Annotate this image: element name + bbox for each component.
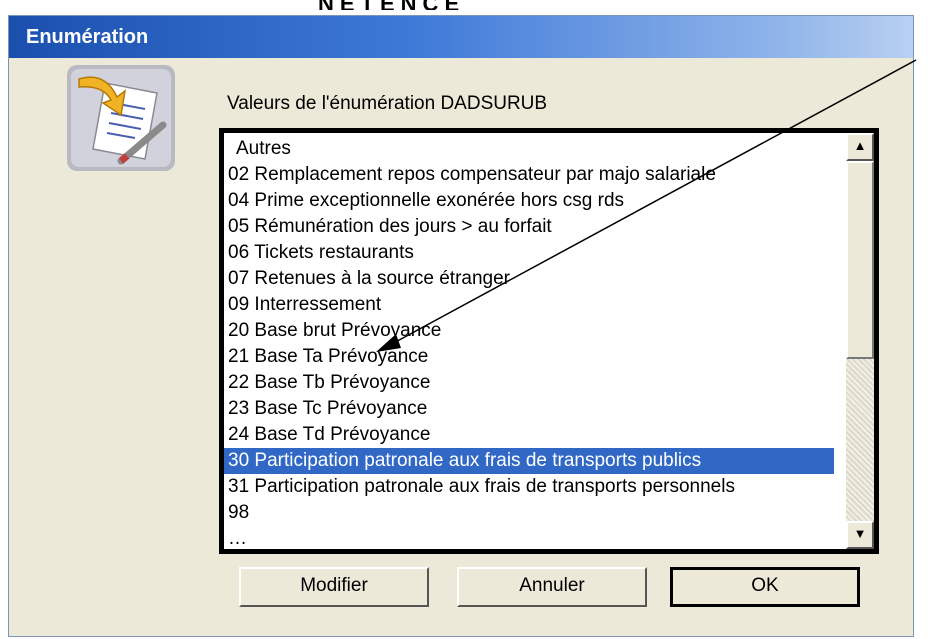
- document-list-pencil-icon: [65, 63, 177, 173]
- cancel-button[interactable]: Annuler: [457, 567, 647, 607]
- list-item[interactable]: 21 Base Ta Prévoyance: [224, 344, 428, 370]
- list-item[interactable]: 05 Rémunération des jours > au forfait: [224, 214, 552, 240]
- list-item[interactable]: 23 Base Tc Prévoyance: [224, 396, 427, 422]
- list-item[interactable]: 02 Remplacement repos compensateur par m…: [224, 162, 716, 188]
- list-item[interactable]: …: [224, 526, 247, 549]
- arrow-down-icon: ▼: [853, 526, 867, 541]
- list-item[interactable]: 04 Prime exceptionnelle exonérée hors cs…: [224, 188, 624, 214]
- list-item[interactable]: Autres: [224, 136, 291, 162]
- list-item[interactable]: 06 Tickets restaurants: [224, 240, 414, 266]
- enumeration-listbox[interactable]: Autres 02 Remplacement repos compensateu…: [219, 128, 879, 554]
- ok-button[interactable]: OK: [670, 567, 860, 607]
- window-title: Enumération: [26, 26, 149, 48]
- scroll-down-button[interactable]: ▼: [846, 521, 874, 549]
- list-item[interactable]: 07 Retenues à la source étranger: [224, 266, 510, 292]
- arrow-up-icon: ▲: [853, 138, 867, 153]
- enumeration-dialog: Enumération Valeurs de l'énumération DAD…: [8, 15, 914, 637]
- vertical-scrollbar[interactable]: ▲ ▼: [846, 133, 874, 549]
- list-item[interactable]: 98: [224, 500, 249, 526]
- list-item-selected[interactable]: 30 Participation patronale aux frais de …: [224, 448, 834, 474]
- modify-button[interactable]: Modifier: [239, 567, 429, 607]
- list-item[interactable]: 31 Participation patronale aux frais de …: [224, 474, 735, 500]
- list-label: Valeurs de l'énumération DADSURUB: [227, 93, 548, 114]
- title-bar[interactable]: Enumération: [9, 16, 913, 58]
- list-item[interactable]: 20 Base brut Prévoyance: [224, 318, 441, 344]
- list-item[interactable]: 22 Base Tb Prévoyance: [224, 370, 430, 396]
- list-item[interactable]: 09 Interressement: [224, 292, 381, 318]
- scroll-up-button[interactable]: ▲: [846, 133, 874, 161]
- list-item[interactable]: 24 Base Td Prévoyance: [224, 422, 430, 448]
- list-content: Autres 02 Remplacement repos compensateu…: [224, 133, 846, 549]
- scrollbar-thumb[interactable]: [846, 161, 874, 359]
- background-text-fragment: NETENCE: [318, 0, 528, 10]
